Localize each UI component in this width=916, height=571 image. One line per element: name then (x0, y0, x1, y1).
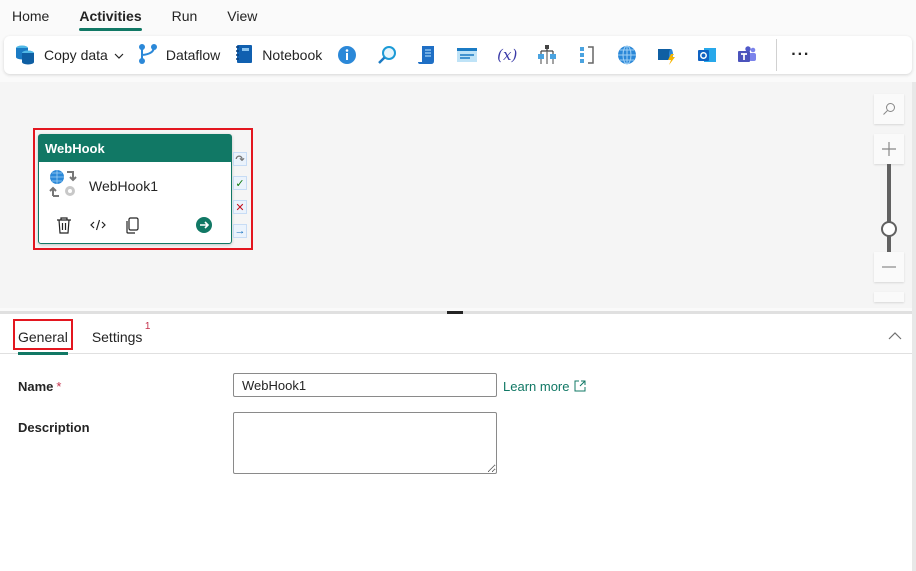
learn-more-label: Learn more (503, 378, 570, 394)
name-label: Name (18, 379, 54, 394)
teams-icon[interactable] (736, 44, 758, 66)
zoom-slider-track (887, 164, 891, 252)
skip-port-icon[interactable]: ↷ (233, 152, 247, 166)
required-indicator: * (56, 379, 62, 394)
activity-output-ports: ↷ ✓ ✕ → (233, 152, 247, 248)
chevron-up-icon (888, 332, 902, 340)
tab-view[interactable]: View (227, 0, 257, 34)
external-link-icon (574, 380, 586, 392)
general-tab-highlight (13, 319, 73, 350)
tab-settings-label: Settings (91, 328, 143, 345)
script-icon[interactable] (416, 44, 438, 66)
tab-home[interactable]: Home (12, 0, 49, 34)
tab-settings[interactable]: Settings 1 (91, 314, 151, 354)
completion-port-icon[interactable]: → (233, 224, 247, 238)
name-input[interactable] (233, 373, 497, 397)
notebook-icon (234, 43, 254, 68)
toolbar-divider (776, 39, 778, 71)
go-arrow-icon[interactable] (195, 216, 213, 234)
name-label-wrap: Name * (18, 373, 233, 397)
zoom-slider-thumb[interactable] (881, 221, 897, 237)
webhook-icon (49, 169, 79, 204)
web-icon[interactable] (616, 44, 638, 66)
zoom-in-button[interactable] (874, 134, 904, 164)
dataflow-label: Dataflow (165, 47, 221, 63)
lookup-icon[interactable] (376, 44, 398, 66)
error-count-badge: 1 (144, 320, 151, 332)
switch-icon[interactable] (536, 44, 558, 66)
vertical-scrollbar[interactable] (912, 82, 916, 571)
more-options-button[interactable]: ··· (791, 46, 810, 64)
notebook-label: Notebook (262, 47, 323, 63)
activity-name: WebHook1 (89, 178, 159, 194)
set-variable-icon[interactable] (456, 44, 478, 66)
description-label: Description (18, 420, 90, 435)
notebook-button[interactable]: Notebook (234, 40, 322, 70)
outlook-icon[interactable] (696, 44, 718, 66)
if-condition-icon[interactable] (576, 44, 598, 66)
learn-more-link[interactable]: Learn more (503, 373, 586, 397)
copy-data-label: Copy data (44, 47, 108, 63)
get-metadata-icon[interactable] (336, 44, 358, 66)
azure-function-icon[interactable] (656, 44, 678, 66)
failure-port-icon[interactable]: ✕ (233, 200, 247, 214)
copy-icon[interactable] (123, 216, 141, 234)
success-port-icon[interactable]: ✓ (233, 176, 247, 190)
minus-icon (882, 266, 896, 268)
name-field-row: Name* Learn more (18, 373, 586, 397)
fit-view-button[interactable] (874, 94, 904, 124)
dataflow-icon (138, 43, 158, 68)
description-textarea[interactable] (233, 412, 497, 474)
webhook-activity[interactable]: WebHook WebHook1 (38, 134, 232, 244)
copy-data-button[interactable]: Copy data (14, 40, 124, 70)
tab-activities[interactable]: Activities (79, 0, 142, 34)
properties-panel: General Settings 1 Name* Learn more Desc… (0, 314, 912, 571)
pipeline-editor: Home Activities Run View Copy data Dataf… (0, 0, 916, 571)
chevron-down-icon (114, 47, 124, 63)
code-icon[interactable] (89, 216, 107, 234)
properties-tabs: General Settings 1 (0, 314, 912, 355)
delete-icon[interactable] (55, 216, 73, 234)
collapse-panel-button[interactable] (888, 328, 902, 340)
search-icon (883, 103, 895, 115)
copy-data-icon (14, 43, 36, 68)
zoom-controls (874, 94, 904, 302)
dataflow-button[interactable]: Dataflow (138, 40, 220, 70)
expression-icon[interactable]: (x) (496, 44, 518, 66)
description-field-row: Description (18, 412, 497, 474)
tab-run[interactable]: Run (172, 0, 198, 34)
pipeline-canvas[interactable]: WebHook WebHook1 ↷ ✓ ✕ → (0, 82, 916, 308)
plus-icon (882, 142, 896, 156)
activity-type-label: WebHook (39, 135, 231, 162)
reset-view-button[interactable] (874, 292, 904, 302)
activities-toolbar: Copy data Dataflow Notebook (x) ··· (4, 36, 912, 74)
zoom-out-button[interactable] (874, 252, 904, 282)
zoom-slider[interactable] (874, 164, 904, 252)
ribbon-tabs: Home Activities Run View (0, 0, 916, 34)
